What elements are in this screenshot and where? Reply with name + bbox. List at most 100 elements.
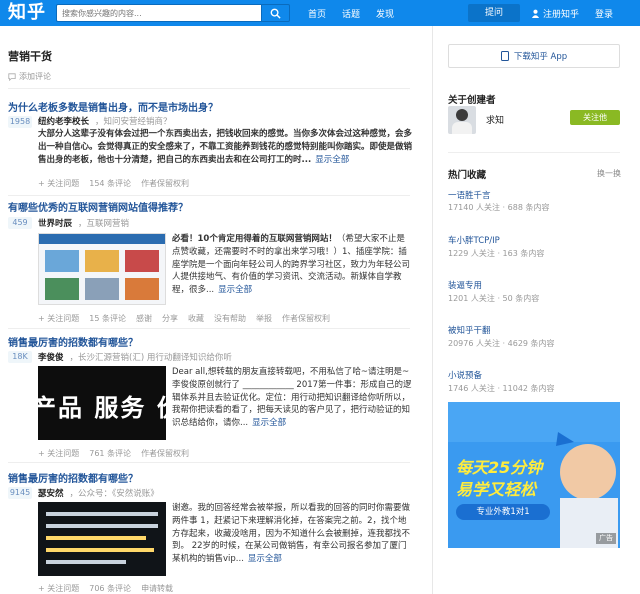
- reprint-request[interactable]: 申请转载: [141, 583, 173, 594]
- thumb-header: [39, 234, 165, 244]
- author-signature: ，互联网营销: [78, 219, 130, 229]
- share-button[interactable]: 分享: [162, 313, 178, 324]
- nav-topics[interactable]: 话题: [342, 7, 360, 20]
- author-name[interactable]: 瑟安然: [38, 489, 64, 499]
- page-title: 营销干货: [8, 50, 52, 63]
- ad-subheadline: 易学又轻松: [456, 480, 537, 499]
- show-all-link[interactable]: 显示全部: [315, 155, 349, 165]
- comment-count[interactable]: 15 条评论: [89, 313, 126, 324]
- collection-name[interactable]: 被知乎干翻: [448, 324, 491, 336]
- zhihu-logo[interactable]: 知乎: [8, 1, 46, 25]
- ad-headline: 每天25分钟: [456, 458, 543, 477]
- avatar[interactable]: [448, 106, 476, 134]
- collection-name[interactable]: 一语胜千言: [448, 189, 491, 201]
- divider: [8, 195, 410, 196]
- refresh-link[interactable]: 换一换: [597, 168, 621, 179]
- answer-headline: 必看！10个肯定用得着的互联网营销网站！: [172, 234, 337, 244]
- comment-count[interactable]: 706 条评论: [89, 583, 131, 594]
- follow-button[interactable]: 关注他: [570, 110, 620, 125]
- register-link[interactable]: 注册知乎: [531, 7, 579, 20]
- collection-count: 4629 条内容: [507, 339, 555, 348]
- divider: [8, 462, 410, 463]
- collection-count: 688 条内容: [507, 203, 550, 212]
- divider: [448, 152, 620, 153]
- collection-followers: 1746 人关注: [448, 384, 495, 393]
- download-app-button[interactable]: 下载知乎 App: [448, 44, 620, 68]
- thumb-tile: [45, 278, 79, 300]
- author-name[interactable]: 纽约老李校长: [38, 117, 89, 127]
- author-name[interactable]: 世界时辰: [38, 219, 72, 229]
- collection-name[interactable]: 小说预备: [448, 369, 482, 381]
- comment-count[interactable]: 154 条评论: [89, 178, 131, 189]
- show-all-link[interactable]: 显示全部: [218, 285, 252, 295]
- answer-body[interactable]: 大部分人这辈子没有体会过把一个东西卖出去，把钱收回来的感觉。当你多次体会过这种感…: [38, 128, 412, 167]
- answer-meta: + 关注问题 15 条评论 感谢 分享 收藏 没有帮助 举报 作者保留权利: [38, 313, 330, 324]
- thumb-line: [46, 560, 126, 564]
- author-signature: ，知问安营经销商？: [95, 117, 172, 127]
- ask-button[interactable]: 提问: [468, 4, 520, 22]
- copyright-note: 作者保留权利: [141, 179, 190, 188]
- collection-meta: 1201 人关注 · 50 条内容: [448, 294, 540, 303]
- author-signature: ，公众号：《安然说账》: [69, 489, 159, 499]
- comment-icon: [8, 72, 16, 81]
- search-input[interactable]: [57, 5, 261, 21]
- question-title[interactable]: 销售最厉害的招数都有哪些？: [8, 470, 138, 485]
- question-title[interactable]: 为什么老板多数是销售出身，而不是市场出身？: [8, 99, 218, 114]
- collection-name[interactable]: 车小胖TCP/IP: [448, 234, 500, 246]
- login-link[interactable]: 登录: [595, 7, 613, 20]
- question-title[interactable]: 销售最厉害的招数都有哪些？: [8, 334, 138, 349]
- follow-question[interactable]: + 关注问题: [38, 583, 79, 594]
- follow-question[interactable]: + 关注问题: [38, 313, 79, 324]
- copyright-note: 作者保留权利: [281, 314, 330, 323]
- divider: [8, 328, 410, 329]
- vote-count[interactable]: 18K: [8, 351, 32, 363]
- answer-thumbnail[interactable]: 产品 服务 价值: [38, 366, 166, 440]
- collect-button[interactable]: 收藏: [188, 313, 204, 324]
- collection-meta: 17140 人关注 · 688 条内容: [448, 203, 550, 212]
- collection-name[interactable]: 装逼专用: [448, 279, 482, 291]
- download-app-label: 下载知乎 App: [513, 52, 568, 62]
- search-button[interactable]: [262, 4, 290, 22]
- divider: [8, 88, 410, 89]
- nav-explore[interactable]: 发现: [376, 7, 394, 20]
- thumb-caption: 产品 服务 价值: [38, 394, 166, 422]
- vote-count[interactable]: 459: [8, 217, 32, 229]
- answer-text: 大部分人这辈子没有体会过把一个东西卖出去，把钱收回来的感觉。当你多次体会过这种感…: [38, 129, 412, 165]
- collection-count: 11042 条内容: [502, 384, 555, 393]
- collection-followers: 17140 人关注: [448, 203, 500, 212]
- collection-followers: 1229 人关注: [448, 249, 495, 258]
- question-title[interactable]: 有哪些优秀的互联网营销网站值得推荐？: [8, 199, 188, 214]
- not-helpful-button[interactable]: 没有帮助: [214, 313, 246, 324]
- vote-count[interactable]: 9145: [8, 487, 32, 499]
- answer-body[interactable]: Dear all,想转载的朋友直接转载吧，不用私信了哈~请注明是~李俊俊原创就行…: [172, 366, 412, 442]
- thumb-tile: [45, 250, 79, 272]
- collection-count: 50 条内容: [502, 294, 540, 303]
- comment-count[interactable]: 761 条评论: [89, 448, 131, 459]
- answer-body[interactable]: 谢邀。我的回答经常会被举报，所以看我的回答的同时你需要做两件事 1，赶紧记下来理…: [172, 502, 412, 572]
- author-line: 纽约老李校长 ，知问安营经销商？: [38, 115, 172, 127]
- author-name[interactable]: 李俊俊: [38, 353, 64, 363]
- report-button[interactable]: 举报: [256, 313, 272, 324]
- ad-cta[interactable]: 专业外教1对1: [456, 504, 550, 520]
- thanks-button[interactable]: 感谢: [136, 313, 152, 324]
- author-line: 世界时辰 ，互联网营销: [38, 217, 129, 229]
- search-icon: [270, 8, 281, 19]
- nav-home[interactable]: 首页: [308, 7, 326, 20]
- author-signature: ，长沙汇源营销(汇) 用行动翻译知识给你听: [69, 353, 232, 363]
- show-all-link[interactable]: 显示全部: [252, 418, 286, 428]
- answer-text: 谢邀。我的回答经常会被举报，所以看我的回答的同时你需要做两件事 1，赶紧记下来理…: [172, 503, 411, 565]
- add-comment-link[interactable]: 添加评论: [8, 71, 51, 82]
- search-box[interactable]: [56, 4, 262, 22]
- ad-banner[interactable]: 每天25分钟 易学又轻松 专业外教1对1 广告: [448, 402, 620, 548]
- answer-thumbnail[interactable]: [38, 502, 166, 576]
- follow-question[interactable]: + 关注问题: [38, 448, 79, 459]
- answer-body[interactable]: 必看！10个肯定用得着的互联网营销网站！（希望大家不止是点赞收藏，还需要时不时的…: [172, 233, 412, 299]
- vote-count[interactable]: 1958: [8, 116, 32, 128]
- answer-meta: + 关注问题 706 条评论 申请转载: [38, 583, 173, 594]
- answer-thumbnail[interactable]: [38, 233, 166, 305]
- thumb-line: [46, 512, 158, 516]
- follow-question[interactable]: + 关注问题: [38, 178, 79, 189]
- add-comment-label: 添加评论: [19, 72, 51, 81]
- creator-name[interactable]: 求知: [486, 113, 504, 126]
- show-all-link[interactable]: 显示全部: [248, 554, 282, 564]
